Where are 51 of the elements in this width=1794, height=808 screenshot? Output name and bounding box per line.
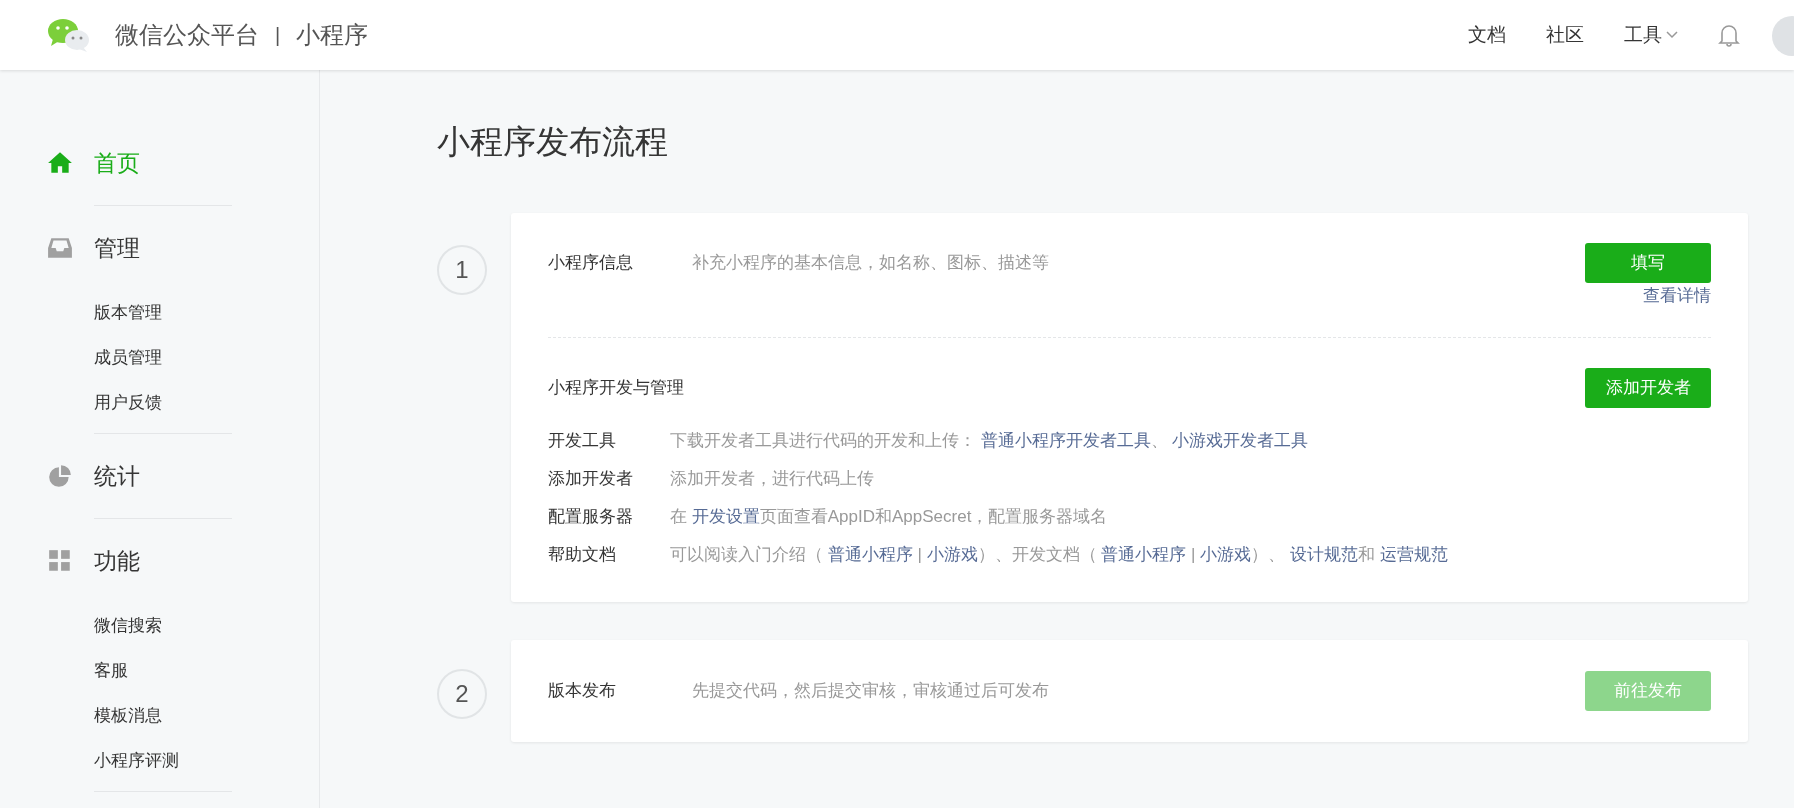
- inbox-tray-icon: [47, 235, 73, 261]
- nav-link[interactable]: 社区: [1546, 20, 1584, 50]
- grid-icon: [47, 548, 73, 574]
- sidebar-subitem[interactable]: 用户反馈: [94, 380, 162, 425]
- row-label: 开发工具: [548, 430, 617, 453]
- inline-link[interactable]: 设计规范: [1289, 545, 1358, 565]
- step-number: 2: [437, 669, 487, 719]
- row-label: 配置服务器: [548, 506, 634, 529]
- nav-link[interactable]: 文档: [1468, 20, 1506, 50]
- chat-bubbles-logo-icon: [47, 17, 91, 53]
- inline-link[interactable]: 运营规范: [1379, 545, 1448, 565]
- sidebar-subitem[interactable]: 成员管理: [94, 335, 162, 380]
- inline-link[interactable]: 普通小程序开发者工具: [980, 431, 1151, 451]
- inline-link[interactable]: 小游戏: [926, 545, 978, 565]
- section-title: 小程序开发与管理: [548, 377, 684, 400]
- caret-icon: [1666, 31, 1678, 39]
- pie-chart-icon: [47, 463, 73, 489]
- sidebar-subitem[interactable]: 版本管理: [94, 290, 162, 335]
- row-label: 帮助文档: [548, 544, 617, 567]
- section-description: 补充小程序的基本信息，如名称、图标、描述等: [692, 252, 1050, 274]
- step-number: 1: [437, 245, 487, 295]
- action-button[interactable]: 添加开发者: [1585, 368, 1711, 408]
- row-description: 在 开发设置页面查看AppID和AppSecret，配置服务器域名: [670, 506, 1108, 529]
- sidebar-subitem[interactable]: 模板消息: [94, 693, 162, 738]
- row-description: 下载开发者工具进行代码的开发和上传： 普通小程序开发者工具、 小游戏开发者工具: [670, 430, 1309, 453]
- inline-link[interactable]: 小游戏开发者工具: [1172, 431, 1309, 451]
- section-description: 先提交代码，然后提交审核，审核通过后可发布: [692, 680, 1050, 702]
- sidebar-subitem[interactable]: 小程序评测: [94, 738, 179, 783]
- inline-link[interactable]: 开发设置: [691, 507, 760, 527]
- inline-link[interactable]: 小游戏: [1200, 545, 1252, 565]
- inline-link[interactable]: 普通小程序: [1101, 545, 1187, 565]
- product-title: 小程序: [296, 20, 369, 50]
- sidebar-item[interactable]: 管理: [94, 230, 140, 266]
- home-icon: [47, 150, 73, 176]
- row-description: 可以阅读入门介绍（ 普通小程序 | 小游戏）、开发文档（ 普通小程序 | 小游戏）、 设计规范和 运营规范: [670, 544, 1448, 567]
- row-description: 添加开发者，进行代码上传: [670, 468, 874, 491]
- details-link[interactable]: 查看详情: [1643, 285, 1711, 307]
- section-title: 小程序信息: [548, 252, 634, 274]
- inline-link[interactable]: 普通小程序: [827, 545, 913, 565]
- sidebar-item[interactable]: 功能: [94, 543, 140, 579]
- section-title: 版本发布: [548, 680, 617, 702]
- sidebar-subitem[interactable]: 客服: [94, 648, 128, 693]
- bell-icon[interactable]: [1718, 23, 1740, 47]
- sidebar-subitem[interactable]: 微信搜索: [94, 603, 162, 648]
- row-label: 添加开发者: [548, 468, 634, 491]
- nav-link[interactable]: 工具: [1624, 20, 1678, 50]
- action-button[interactable]: 填写: [1585, 243, 1711, 283]
- sidebar-item[interactable]: 统计: [94, 458, 140, 494]
- brand-title: 微信公众平台: [115, 20, 259, 50]
- title-divider: |: [275, 23, 281, 48]
- page-title: 小程序发布流程: [437, 122, 669, 162]
